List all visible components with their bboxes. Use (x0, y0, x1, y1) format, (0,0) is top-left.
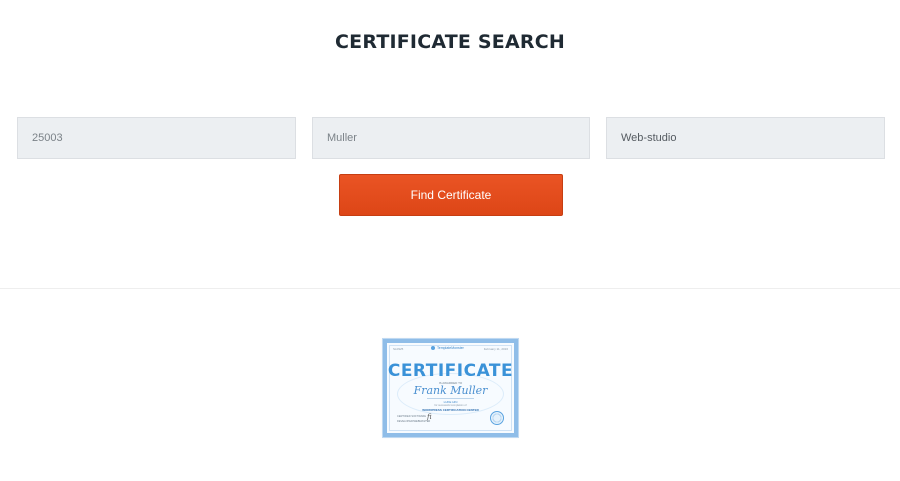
section-divider (0, 288, 900, 289)
certificate-number: SL0925 (393, 347, 404, 351)
certificate-footer-line1: CERTIFIED SOFTWARE (397, 415, 426, 418)
certificate-seal-icon (490, 411, 504, 425)
certificate-footer-line2: DEVELOPER/WEBMASTER (397, 420, 431, 423)
certificate-preview-image: SL0925 TemplateMonster February 11, 2016… (382, 338, 519, 438)
certificate-issuer-signature: ﬁ (427, 413, 432, 421)
certificate-number-input[interactable] (17, 117, 296, 159)
certificate-name-underline (427, 398, 474, 399)
certificate-brand: TemplateMonster (437, 346, 464, 350)
certificate-completion-text: for successful completion of (434, 404, 467, 407)
certificate-date: February 11, 2016 (483, 347, 508, 351)
brand-logo-icon (431, 346, 435, 350)
certificate-heading: CERTIFICATE (387, 361, 514, 381)
certificate-signature-name: Frank Muller (413, 384, 488, 397)
find-certificate-button[interactable]: Find Certificate (339, 174, 563, 216)
company-input[interactable] (606, 117, 885, 159)
page-title: CERTIFICATE SEARCH (335, 31, 565, 53)
last-name-input[interactable] (312, 117, 590, 159)
